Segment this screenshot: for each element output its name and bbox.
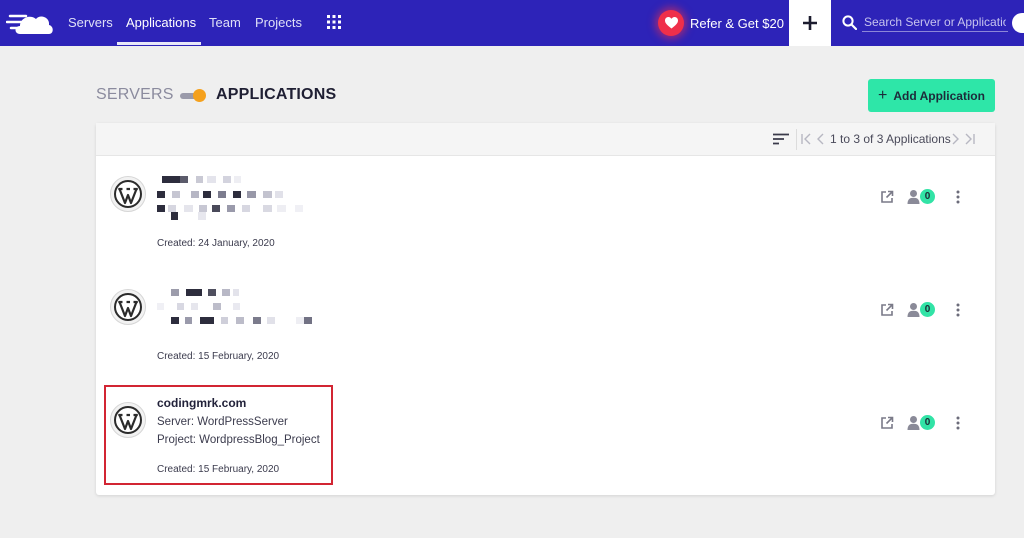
- add-application-label: Add Application: [893, 88, 985, 103]
- member-count-badge: 0: [920, 189, 935, 204]
- sort-icon[interactable]: [773, 133, 789, 145]
- external-link-icon[interactable]: [880, 416, 894, 430]
- top-navbar: Servers Applications Team Projects Refer…: [0, 0, 1024, 46]
- search-icon[interactable]: [842, 15, 857, 30]
- plus-icon: +: [878, 86, 888, 104]
- member-count-badge: 0: [920, 415, 935, 430]
- heart-icon: [658, 10, 684, 36]
- wordpress-icon: [110, 289, 146, 325]
- cloudways-logo-icon[interactable]: [6, 8, 54, 38]
- external-link-icon[interactable]: [880, 303, 894, 317]
- header-toggle[interactable]: [1012, 13, 1024, 33]
- add-application-button[interactable]: + Add Application: [868, 79, 995, 112]
- list-item[interactable]: Created: 15 February, 2020 0: [96, 269, 995, 382]
- last-page-icon[interactable]: [964, 132, 976, 146]
- nav-applications[interactable]: Applications: [126, 0, 196, 46]
- refer-label: Refer & Get $20: [690, 15, 784, 31]
- more-vertical-icon[interactable]: [956, 416, 960, 430]
- highlight-box: [104, 385, 333, 485]
- grid-icon[interactable]: [327, 15, 341, 29]
- list-item[interactable]: Created: 24 January, 2020 0: [96, 156, 995, 269]
- refer-link[interactable]: Refer & Get $20: [658, 9, 784, 37]
- view-switch[interactable]: [180, 89, 206, 103]
- pagination-text: 1 to 3 of 3 Applications: [830, 132, 951, 146]
- search-box: [842, 12, 1008, 34]
- row-actions: 0: [880, 414, 970, 434]
- nav-servers[interactable]: Servers: [68, 0, 113, 46]
- row-actions: 0: [880, 301, 970, 321]
- nav-projects[interactable]: Projects: [255, 0, 302, 46]
- search-input[interactable]: [862, 12, 1008, 32]
- chevron-left-icon[interactable]: [815, 132, 827, 146]
- row-actions: 0: [880, 188, 970, 208]
- nav-active-indicator: [117, 42, 201, 45]
- plus-icon: [803, 16, 817, 30]
- member-count-badge: 0: [920, 302, 935, 317]
- user-icon[interactable]: [907, 189, 920, 205]
- servers-toggle-label[interactable]: SERVERS: [96, 86, 174, 104]
- first-page-icon[interactable]: [800, 132, 812, 146]
- nav-team[interactable]: Team: [209, 0, 241, 46]
- list-toolbar: 1 to 3 of 3 Applications: [96, 123, 995, 156]
- created-date: Created: 24 January, 2020: [157, 238, 275, 249]
- applications-toggle-label[interactable]: APPLICATIONS: [216, 86, 336, 104]
- user-icon[interactable]: [907, 302, 920, 318]
- chevron-right-icon[interactable]: [949, 132, 961, 146]
- toolbar-divider: [796, 129, 797, 150]
- user-icon[interactable]: [907, 415, 920, 431]
- created-date: Created: 15 February, 2020: [157, 351, 280, 362]
- wordpress-icon: [110, 176, 146, 212]
- external-link-icon[interactable]: [880, 190, 894, 204]
- add-new-button[interactable]: [789, 0, 831, 46]
- switch-knob: [193, 89, 206, 102]
- more-vertical-icon[interactable]: [956, 303, 960, 317]
- more-vertical-icon[interactable]: [956, 190, 960, 204]
